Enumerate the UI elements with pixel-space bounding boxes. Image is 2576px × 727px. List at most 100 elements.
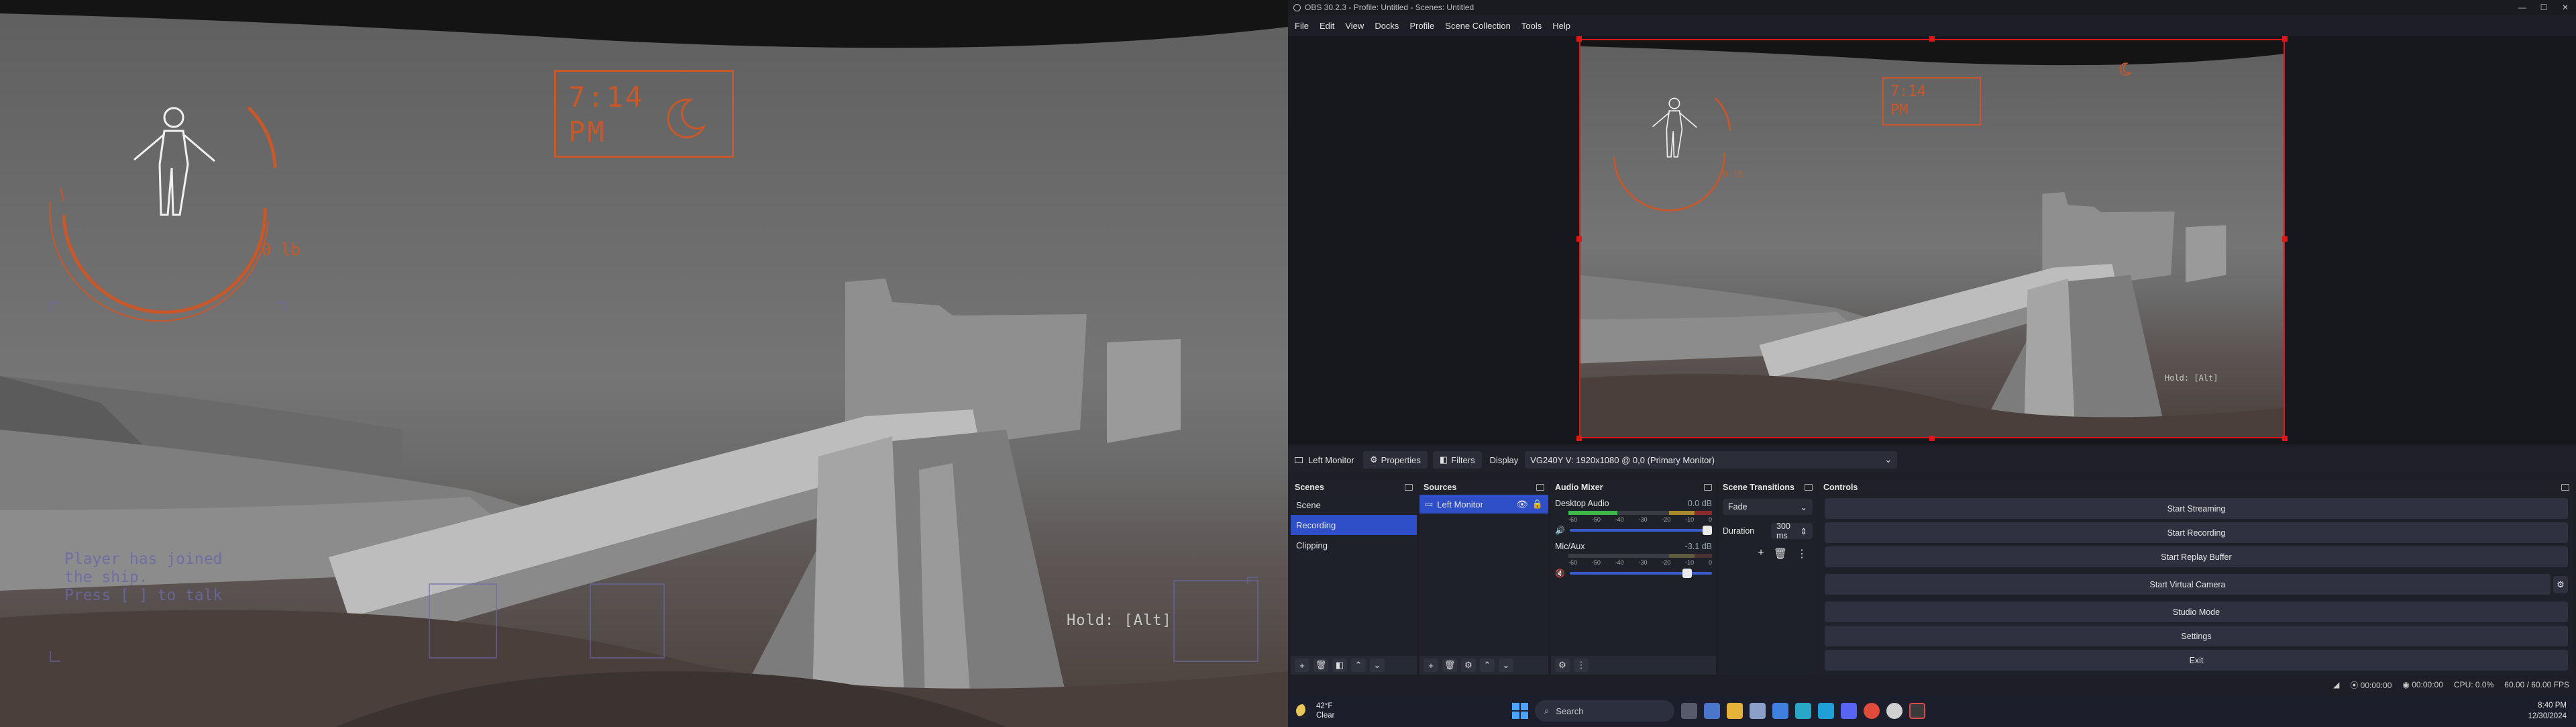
scene-item[interactable]: Clipping xyxy=(1291,535,1417,555)
studio-mode-button[interactable]: Studio Mode xyxy=(1825,601,2568,622)
stepper-icon[interactable]: ⇕ xyxy=(1801,526,1807,536)
resize-handle[interactable] xyxy=(1929,36,1935,42)
hud-clock: 7:14 PM xyxy=(554,70,734,158)
volume-slider[interactable] xyxy=(1570,569,1712,578)
menu-docks[interactable]: Docks xyxy=(1375,21,1399,31)
arrow-down-icon[interactable]: ⌄ xyxy=(1499,659,1513,672)
scale-tick: -50 xyxy=(1591,559,1601,566)
app-icon[interactable] xyxy=(1772,703,1788,719)
cpu-usage: CPU: 0.0% xyxy=(2453,680,2494,689)
resize-handle[interactable] xyxy=(2282,36,2288,42)
trash-icon[interactable]: 🗑 xyxy=(1442,659,1457,672)
display-select[interactable]: VG240Y V: 1920x1080 @ 0,0 (Primary Monit… xyxy=(1525,451,1898,469)
settings-button[interactable]: Settings xyxy=(1825,626,2568,646)
channel-header: Desktop Audio 0.0 dB xyxy=(1555,499,1712,508)
filter-icon: ◧ xyxy=(1439,454,1448,465)
start-recording-button[interactable]: Start Recording xyxy=(1825,522,2568,543)
undock-icon[interactable] xyxy=(1536,484,1544,491)
resize-handle[interactable] xyxy=(2282,436,2288,441)
menu-view[interactable]: View xyxy=(1345,21,1364,31)
scale-tick: -30 xyxy=(1638,516,1648,523)
menu-scene-collection[interactable]: Scene Collection xyxy=(1445,21,1511,31)
resize-handle[interactable] xyxy=(1929,436,1935,441)
filter-icon[interactable]: ◧ xyxy=(1332,659,1347,672)
selection-outline xyxy=(1579,39,2285,438)
trash-icon[interactable]: 🗑 xyxy=(1774,547,1787,561)
duration-value: 300 ms xyxy=(1776,522,1790,540)
menu-tools[interactable]: Tools xyxy=(1521,21,1542,31)
task-view-icon[interactable] xyxy=(1681,703,1697,719)
app-icon[interactable] xyxy=(1886,703,1902,719)
discord-icon[interactable] xyxy=(1841,703,1857,719)
meter-scale: -60 -50 -40 -30 -20 -10 0 xyxy=(1568,559,1712,566)
start-virtual-camera-button[interactable]: Start Virtual Camera xyxy=(1825,574,2551,595)
maximize-icon[interactable]: ☐ xyxy=(2533,3,2555,12)
resize-handle[interactable] xyxy=(1576,436,1582,441)
add-icon[interactable]: + xyxy=(1295,659,1309,672)
add-icon[interactable]: + xyxy=(1424,659,1438,672)
speaker-icon[interactable]: 🔊 xyxy=(1555,526,1565,535)
slider-knob[interactable] xyxy=(1682,569,1692,578)
mixer-channel-mic: Mic/Aux -3.1 dB -60 -50 -40 -30 -20 -10 … xyxy=(1551,538,1716,581)
undock-icon[interactable] xyxy=(1704,484,1712,491)
more-icon[interactable]: ⋮ xyxy=(1796,547,1807,561)
obs-taskbar-icon[interactable] xyxy=(1909,703,1925,719)
add-icon[interactable]: + xyxy=(1758,547,1764,561)
start-streaming-button[interactable]: Start Streaming xyxy=(1825,498,2568,519)
duration-input[interactable]: 300 ms ⇕ xyxy=(1771,522,1813,540)
filters-button[interactable]: ◧ Filters xyxy=(1432,451,1482,469)
scene-item[interactable]: Scene xyxy=(1291,495,1417,515)
obs-window: OBS 30.2.3 - Profile: Untitled - Scenes:… xyxy=(1288,0,2576,727)
transition-type-row: Fade ⌄ xyxy=(1719,495,1817,519)
properties-button[interactable]: ⚙ Properties xyxy=(1363,451,1428,469)
taskbar-search[interactable]: ⌕ Search xyxy=(1535,700,1674,722)
audio-mixer-body: Desktop Audio 0.0 dB -60 -50 -40 -30 -20… xyxy=(1551,495,1716,656)
calculator-icon[interactable] xyxy=(1795,703,1811,719)
menu-edit[interactable]: Edit xyxy=(1320,21,1334,31)
arrow-up-icon[interactable]: ⌃ xyxy=(1351,659,1366,672)
muted-speaker-icon[interactable]: 🔇 xyxy=(1555,569,1565,578)
minimize-icon[interactable]: — xyxy=(2512,3,2533,12)
arrow-down-icon[interactable]: ⌄ xyxy=(1370,659,1385,672)
resize-handle[interactable] xyxy=(1576,236,1582,242)
resize-handle[interactable] xyxy=(1576,36,1582,42)
transition-select[interactable]: Fade ⌄ xyxy=(1723,499,1813,515)
menu-profile[interactable]: Profile xyxy=(1409,21,1434,31)
channel-header: Mic/Aux -3.1 dB xyxy=(1555,542,1712,551)
source-item[interactable]: ▭ Left Monitor 👁 🔒 xyxy=(1419,495,1548,514)
resize-handle[interactable] xyxy=(2282,236,2288,242)
meter-fill xyxy=(1568,511,1617,515)
gear-icon[interactable]: ⚙ xyxy=(1461,659,1476,672)
menu-help[interactable]: Help xyxy=(1552,21,1570,31)
settings-app-icon[interactable] xyxy=(1704,703,1720,719)
file-explorer-icon[interactable] xyxy=(1727,703,1743,719)
close-icon[interactable]: ✕ xyxy=(2555,3,2576,12)
selected-source: Left Monitor xyxy=(1295,455,1363,465)
edge-icon[interactable] xyxy=(1818,703,1834,719)
eye-icon[interactable]: 👁 xyxy=(1516,499,1528,510)
exit-button[interactable]: Exit xyxy=(1825,650,2568,671)
chrome-icon[interactable] xyxy=(1864,703,1880,719)
source-item-label: Left Monitor xyxy=(1437,499,1483,510)
taskbar: 42°F Clear ⌕ Search 8:40 PM 12/30/2024 xyxy=(1288,695,2576,727)
weather-text: 42°F Clear xyxy=(1316,701,1334,720)
windows-start-icon[interactable] xyxy=(1512,703,1528,719)
weather-widget[interactable]: 42°F Clear xyxy=(1288,701,1409,720)
scene-item-selected[interactable]: Recording xyxy=(1291,515,1417,535)
lock-icon[interactable]: 🔒 xyxy=(1532,499,1543,510)
arrow-up-icon[interactable]: ⌃ xyxy=(1480,659,1495,672)
menu-file[interactable]: File xyxy=(1295,21,1309,31)
gear-icon[interactable]: ⚙ xyxy=(2553,575,2568,593)
start-replay-buffer-button[interactable]: Start Replay Buffer xyxy=(1825,546,2568,567)
undock-icon[interactable] xyxy=(1405,484,1413,491)
gear-icon[interactable]: ⚙ xyxy=(1555,659,1570,672)
slider-knob[interactable] xyxy=(1703,526,1712,535)
properties-label: Properties xyxy=(1381,454,1421,465)
undock-icon[interactable] xyxy=(2561,484,2569,491)
trash-icon[interactable]: 🗑 xyxy=(1313,659,1328,672)
taskbar-clock[interactable]: 8:40 PM 12/30/2024 xyxy=(2528,700,2567,722)
volume-slider[interactable] xyxy=(1570,526,1712,535)
more-icon[interactable]: ⋮ xyxy=(1574,659,1589,672)
snipping-tool-icon[interactable] xyxy=(1750,703,1766,719)
undock-icon[interactable] xyxy=(1805,484,1813,491)
